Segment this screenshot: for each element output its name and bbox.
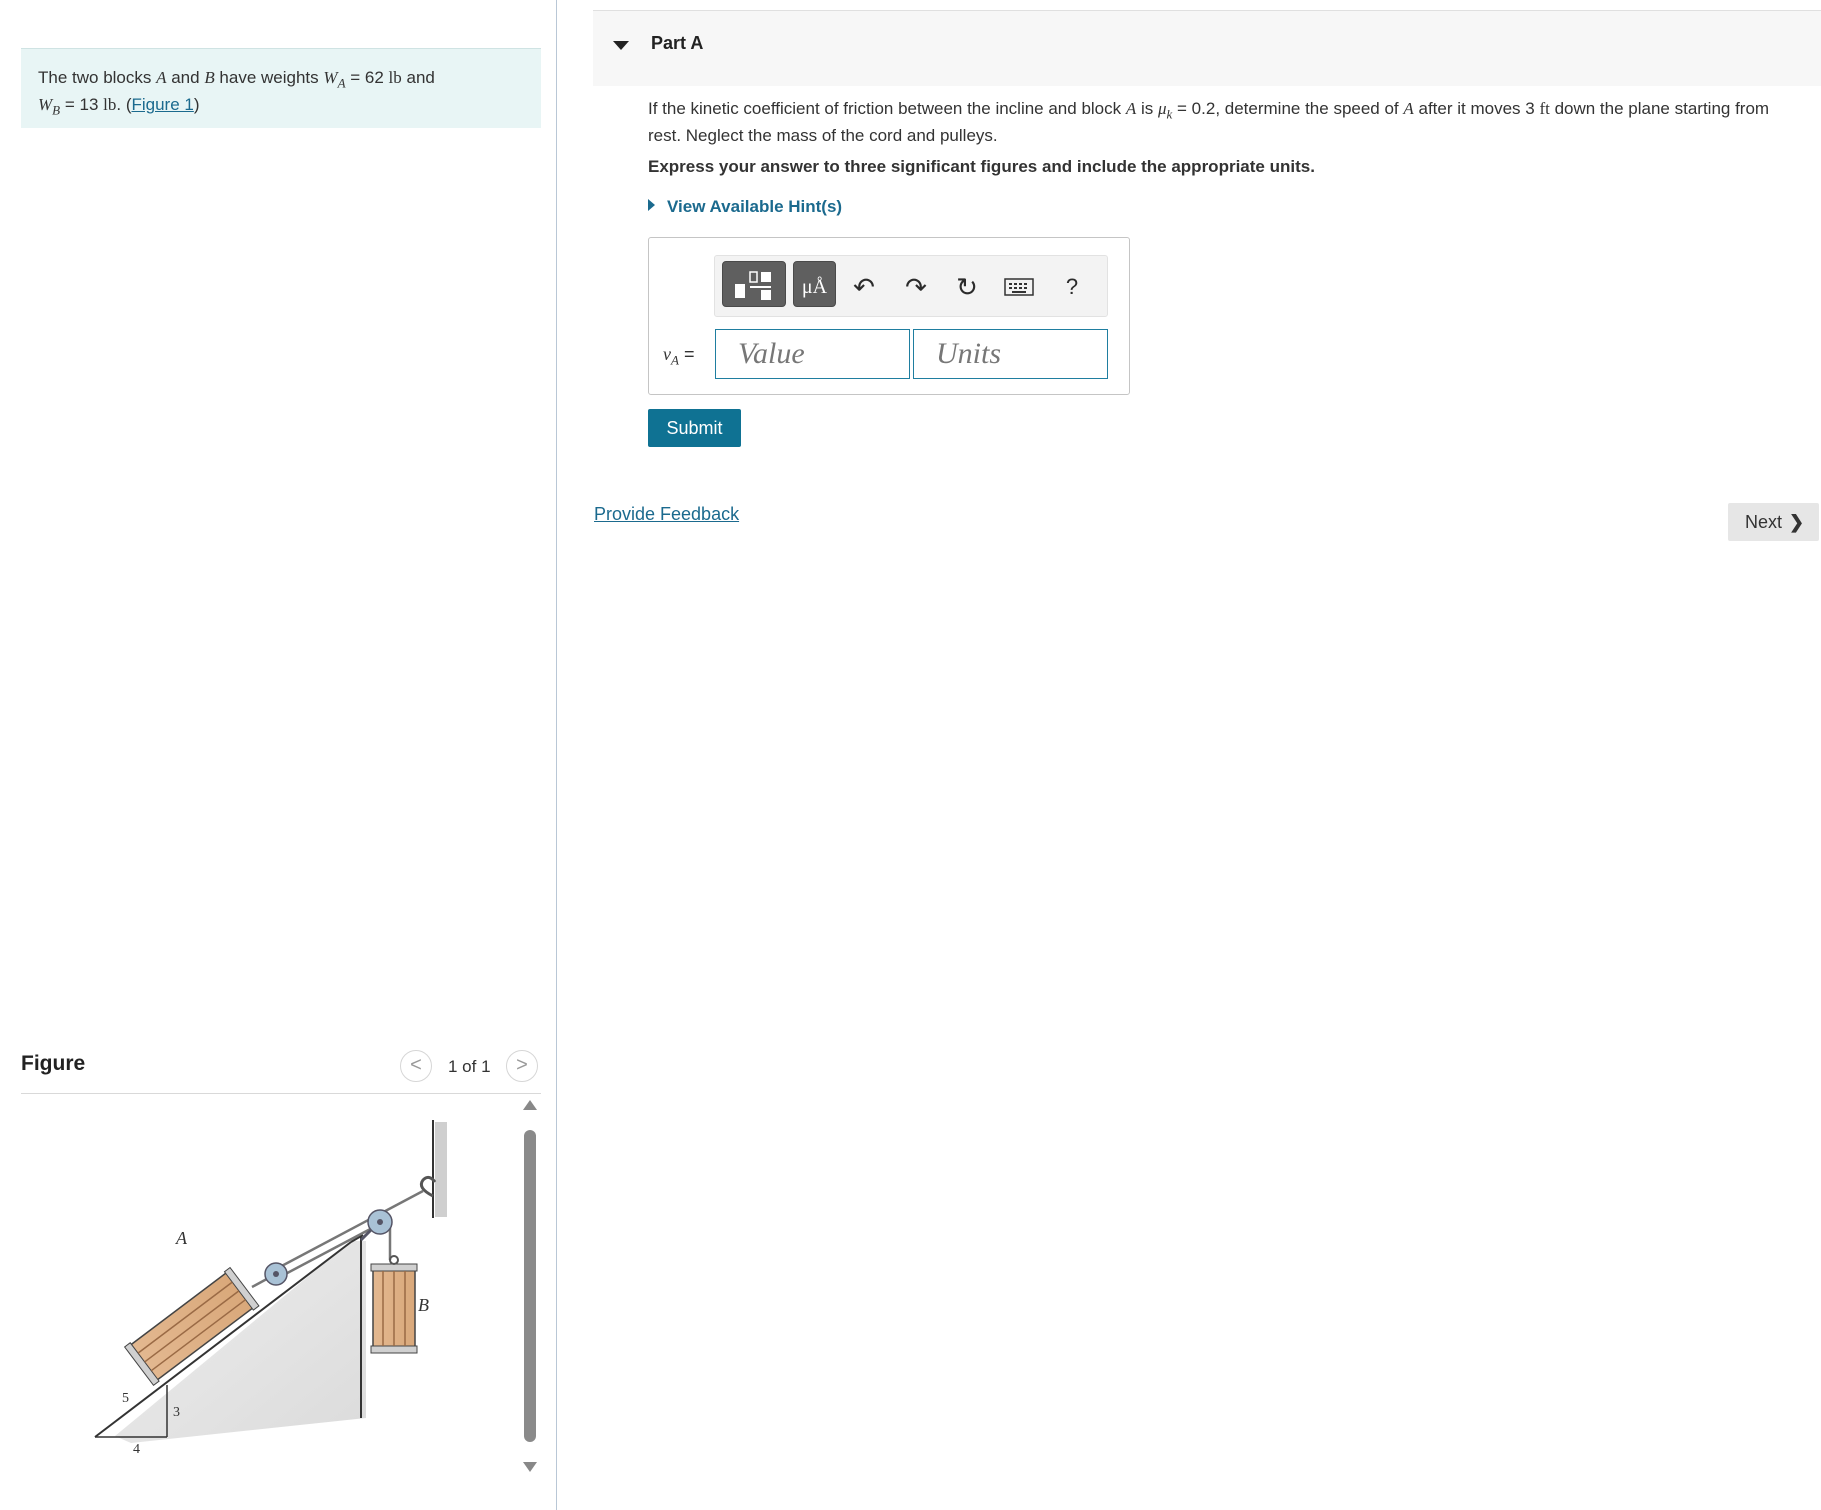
hint-label: View Available Hint(s) (667, 197, 843, 216)
reset-button[interactable]: ↻ (950, 270, 984, 304)
undo-icon: ↶ (853, 272, 875, 302)
unit-lb: lb (388, 68, 402, 87)
block-b-top (370, 1263, 418, 1272)
reset-icon: ↻ (956, 272, 978, 302)
velocity-symbol: v (663, 344, 671, 364)
scroll-down-icon[interactable] (523, 1462, 537, 1472)
velocity-subscript: A (671, 352, 679, 368)
intro-text: The two blocks (38, 68, 157, 87)
units-icon: μÅ (801, 276, 828, 298)
wall-shading (435, 1122, 447, 1217)
pulley-a-axle (273, 1271, 279, 1277)
submit-button[interactable]: Submit (648, 409, 741, 447)
hint-toggle[interactable]: View Available Hint(s) (648, 197, 842, 217)
keyboard-button[interactable] (1002, 270, 1036, 304)
templates-button[interactable] (722, 261, 786, 307)
scrollbar-thumb[interactable] (524, 1130, 536, 1442)
figure-pager-text: 1 of 1 (448, 1057, 491, 1076)
scroll-up-icon[interactable] (523, 1100, 537, 1110)
part-title: Part A (651, 33, 704, 53)
instruction-text: Express your answer to three significant… (648, 157, 1315, 176)
intro-text: and (401, 68, 435, 87)
figure-prev-button[interactable]: < (400, 1050, 432, 1082)
next-label: Next (1745, 512, 1783, 532)
redo-button[interactable]: ↷ (899, 270, 933, 304)
intro-text: have weights (214, 68, 324, 87)
equals-sign: = (678, 344, 695, 364)
block-b-symbol: B (204, 68, 215, 87)
chevron-right-icon: ❯ (1789, 512, 1805, 532)
units-input[interactable]: Units (913, 329, 1108, 379)
block-b-bottom (370, 1345, 418, 1354)
figure-next-button[interactable]: > (506, 1050, 538, 1082)
figure-header: Figure < 1 of 1 > (21, 1046, 541, 1094)
pulley-incline-diagram: A B 5 3 4 (94, 1120, 447, 1457)
block-a-symbol: A (1125, 99, 1137, 118)
question-segment: If the kinetic coefficient of friction b… (648, 99, 1126, 118)
help-icon: ? (1065, 274, 1079, 299)
math-toolbar: μÅ ↶ ↷ ↻ ? (714, 255, 1108, 317)
part-a-header[interactable]: Part A (593, 10, 1821, 86)
weight-b-subscript: B (52, 102, 61, 118)
block-a-symbol: A (1403, 99, 1414, 118)
figure-scrollbar[interactable] (520, 1100, 540, 1475)
question-segment: is (1136, 99, 1158, 118)
weight-a-symbol: W (323, 68, 338, 87)
label-b: B (418, 1295, 429, 1315)
question-text: If the kinetic coefficient of friction b… (648, 98, 1798, 147)
value-placeholder: Value (738, 337, 805, 370)
left-panel: The two blocks A and B have weights WA =… (0, 0, 557, 1510)
question-segment: = 0.2, determine the speed of (1172, 99, 1404, 118)
intro-text: . ( (116, 95, 132, 115)
units-placeholder: Units (936, 337, 1002, 370)
value-input[interactable]: Value (715, 329, 910, 379)
weight-a-value: = 62 (345, 68, 389, 87)
answer-box: μÅ ↶ ↷ ↻ ? vA = Value Units (648, 237, 1130, 395)
figure-image: A B 5 3 4 (21, 1098, 541, 1498)
intro-text: ) (193, 95, 200, 115)
answer-variable-label: vA = (663, 344, 694, 369)
templates-icon (735, 271, 771, 300)
label-slope-5: 5 (122, 1391, 129, 1406)
mu-symbol: μ (1157, 99, 1167, 118)
caret-right-icon (648, 199, 655, 211)
problem-intro: The two blocks A and B have weights WA =… (21, 48, 541, 128)
weight-b-symbol: W (38, 95, 53, 115)
redo-icon: ↷ (905, 272, 927, 302)
unit-ft: ft (1539, 99, 1550, 118)
chevron-left-icon: < (410, 1054, 422, 1076)
keyboard-icon (1004, 278, 1034, 296)
weight-a-subscript: A (337, 75, 346, 91)
chevron-right-icon: > (516, 1054, 528, 1076)
question-segment: after it moves 3 (1413, 99, 1540, 118)
units-button[interactable]: μÅ (793, 261, 836, 307)
label-slope-3: 3 (173, 1405, 180, 1420)
figure-link[interactable]: Figure 1 (131, 95, 193, 114)
provide-feedback-link[interactable]: Provide Feedback (594, 504, 739, 525)
weight-b-value: = 13 (60, 95, 104, 115)
label-slope-4: 4 (133, 1442, 140, 1457)
figure-title: Figure (21, 1052, 86, 1075)
next-button[interactable]: Next ❯ (1728, 503, 1819, 541)
block-a-symbol: A (156, 68, 167, 87)
undo-button[interactable]: ↶ (847, 270, 881, 304)
help-button[interactable]: ? (1055, 270, 1089, 304)
caret-down-icon[interactable] (613, 41, 629, 50)
pulley-top-axle (377, 1219, 383, 1225)
label-a: A (175, 1228, 188, 1248)
unit-lb: lb (103, 95, 117, 115)
intro-text: and (166, 68, 205, 87)
